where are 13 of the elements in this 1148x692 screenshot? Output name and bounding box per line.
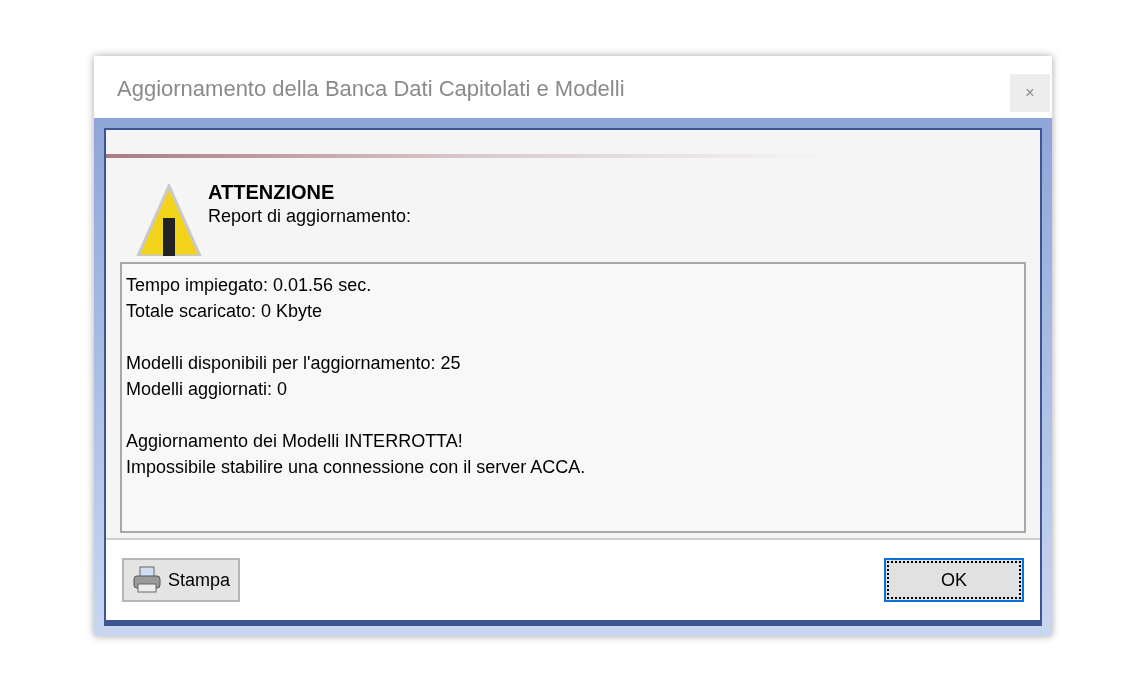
- report-line: Tempo impiegato: 0.01.56 sec.: [126, 274, 373, 297]
- report-line: Totale scaricato: 0 Kbyte: [126, 300, 324, 323]
- report-line: Impossibile stabilire una connessione con il server ACCA.: [126, 456, 587, 479]
- heading: ATTENZIONE: [208, 180, 336, 204]
- report-line: Modelli disponibili per l'aggiornamento: 25: [126, 352, 462, 375]
- ok-button[interactable]: OK: [884, 558, 1024, 602]
- window-title: Aggiornamento della Banca Dati Capitolati e Modelli: [117, 75, 625, 103]
- report-line: Modelli aggiornati: 0: [126, 378, 289, 401]
- subtitle: Report di aggiornamento:: [208, 205, 412, 228]
- report-line: Aggiornamento dei Modelli INTERROTTA!: [126, 430, 464, 453]
- print-button[interactable]: Stampa: [122, 558, 241, 602]
- warning-icon: [136, 184, 202, 256]
- printer-icon: [132, 566, 162, 594]
